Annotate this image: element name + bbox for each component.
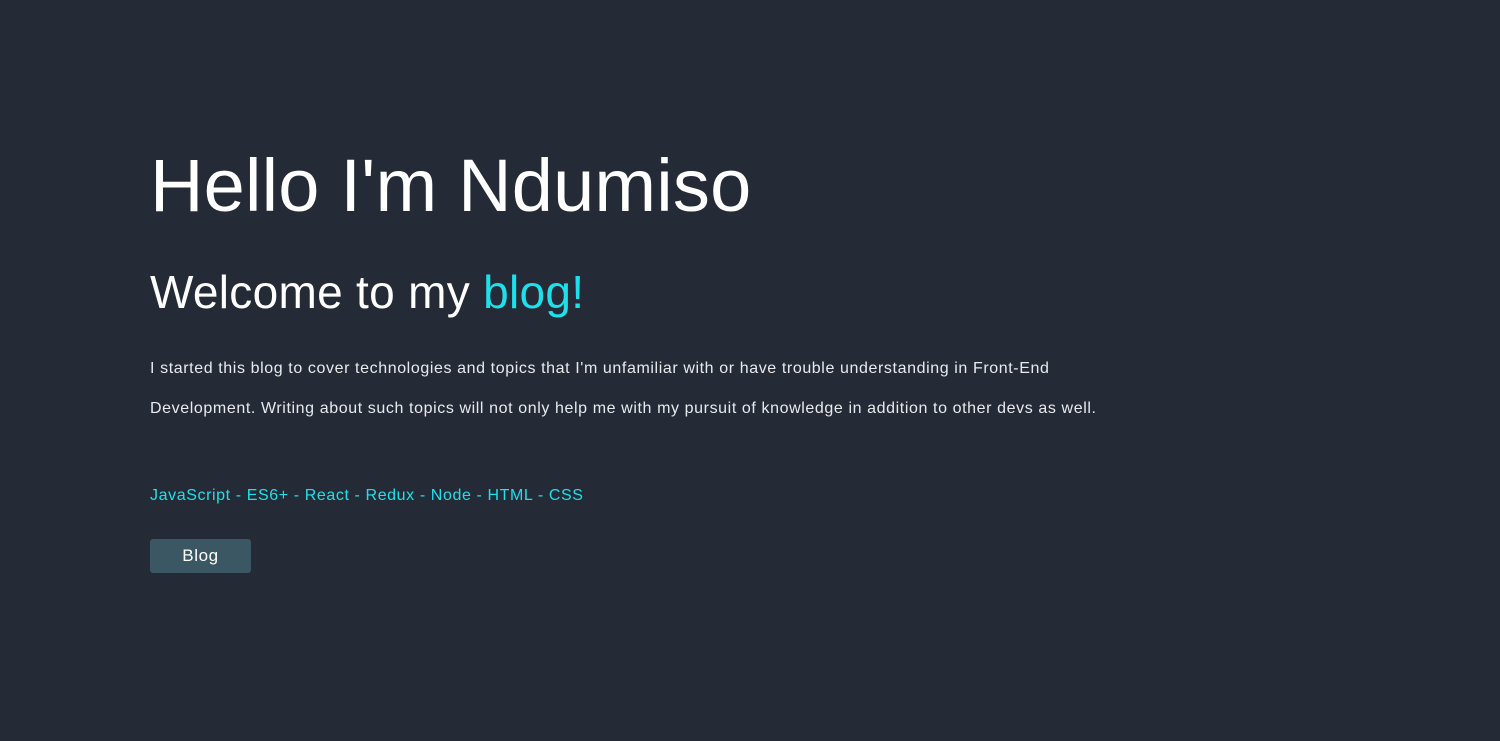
welcome-text: Welcome to my: [150, 266, 484, 318]
blog-button[interactable]: Blog: [150, 539, 251, 573]
page-title: Hello I'm Ndumiso: [150, 144, 752, 227]
welcome-accent-text: blog!: [483, 266, 585, 318]
welcome-heading: Welcome to my blog!: [150, 264, 584, 320]
intro-paragraph: I started this blog to cover technologie…: [150, 360, 1097, 417]
tech-stack-list: JavaScript - ES6+ - React - Redux - Node…: [150, 487, 584, 504]
